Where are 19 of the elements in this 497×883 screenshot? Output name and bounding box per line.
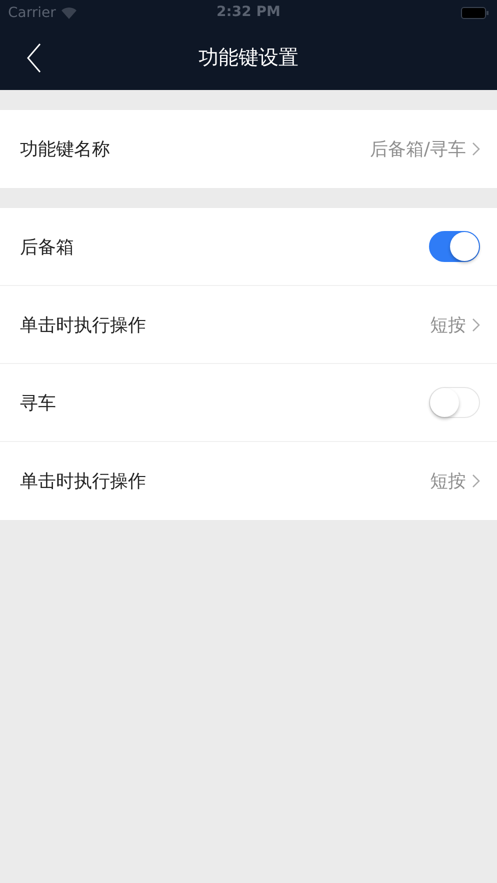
value-link[interactable]: 短按 [430, 469, 480, 493]
status-time: 2:32 PM [216, 4, 280, 20]
chevron-icon [472, 318, 480, 332]
carrier-label: Carrier [8, 4, 56, 20]
battery-icon [461, 6, 489, 18]
value-link[interactable]: 后备箱/寻车 [370, 137, 480, 161]
setting-label: 寻车 [20, 392, 56, 414]
wifi-icon [60, 6, 77, 18]
chevron-icon [472, 142, 480, 156]
page-title: 功能键设置 [198, 44, 298, 71]
back-button[interactable] [26, 42, 42, 72]
setting-label: 单击时执行操作 [20, 470, 146, 493]
back-icon [26, 42, 42, 72]
setting-label: 后备箱 [20, 236, 74, 258]
toggle-switch[interactable] [429, 231, 480, 262]
setting-label: 功能键名称 [20, 138, 110, 161]
chevron-icon [472, 474, 480, 488]
setting-label: 单击时执行操作 [20, 314, 146, 336]
value-link[interactable]: 短按 [430, 312, 480, 336]
